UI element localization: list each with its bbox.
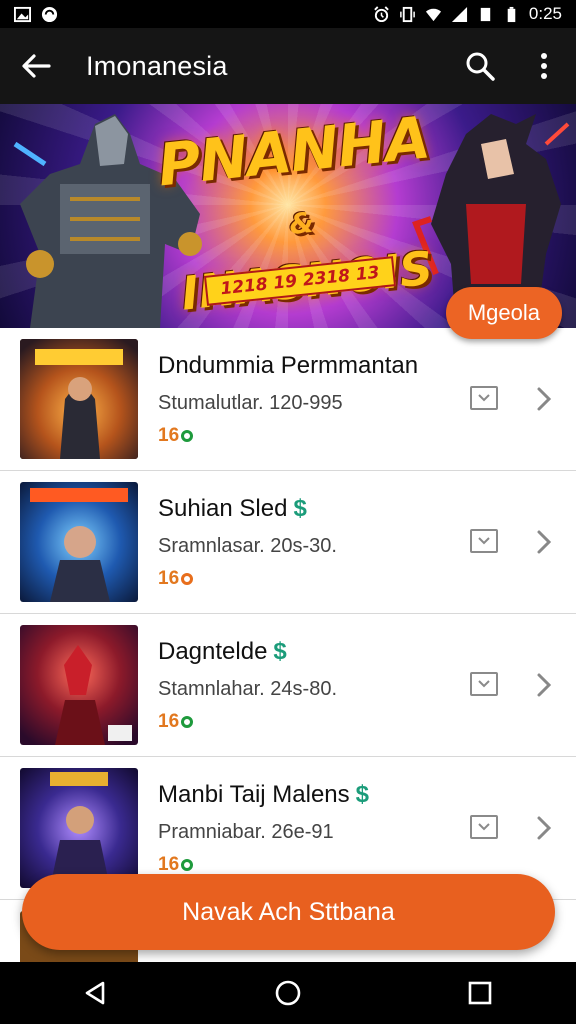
status-dot-icon [181, 429, 194, 442]
system-nav-bar [0, 962, 576, 1024]
wifi-icon [425, 8, 441, 21]
primary-action-button[interactable]: Navak Ach Sttbana [22, 874, 555, 950]
banner-chip-button[interactable]: Mgeola [445, 287, 562, 339]
status-dot-icon [181, 715, 194, 728]
download-button[interactable] [470, 529, 498, 553]
game-thumbnail [20, 625, 138, 745]
download-chevron-icon [478, 537, 490, 545]
signal-icon [451, 6, 467, 22]
app-bar: Imonanesia [0, 28, 576, 104]
download-chevron-icon [478, 394, 490, 402]
list-item[interactable]: Suhian Sled $ Sramnlasar. 20s-30. 16 [0, 471, 576, 614]
nav-back-button[interactable] [56, 962, 136, 1024]
nav-back-icon [85, 981, 105, 1005]
item-subtitle: Pramniabar. 26e-91 [158, 820, 334, 843]
download-chevron-icon [478, 680, 490, 688]
banner-title-amp: & [287, 205, 315, 242]
item-title: Manbi Taij Malens $ [158, 780, 370, 808]
game-thumbnail [20, 482, 138, 602]
item-count: 16 [158, 425, 576, 447]
sim-icon [480, 7, 491, 21]
item-title: Suhian Sled $ [158, 494, 307, 522]
status-bar: 0:25 [0, 0, 576, 28]
dollar-badge: $ [355, 780, 370, 808]
status-dot-icon [181, 572, 194, 585]
nav-home-button[interactable] [248, 962, 328, 1024]
download-button[interactable] [470, 672, 498, 696]
item-title: Dndummia Permmantan [158, 351, 419, 379]
dollar-badge: $ [273, 637, 287, 665]
game-thumbnail [20, 768, 138, 888]
download-button[interactable] [470, 386, 498, 410]
game-thumbnail [20, 339, 138, 459]
item-count: 16 [158, 568, 576, 590]
battery-icon [507, 6, 516, 22]
back-button[interactable] [0, 28, 72, 104]
download-button[interactable] [470, 815, 498, 839]
item-count: 16 [158, 711, 576, 733]
item-subtitle: Sramnlasar. 20s-30. [158, 534, 337, 557]
item-subtitle: Stamnlahar. 24s-80. [158, 677, 337, 700]
alarm-icon [374, 5, 389, 22]
chevron-right-icon[interactable] [530, 814, 558, 842]
overflow-menu-icon [541, 53, 547, 79]
list-item[interactable]: Dagntelde $ Stamnlahar. 24s-80. 16 [0, 614, 576, 757]
nav-home-icon [275, 980, 301, 1006]
chevron-right-icon[interactable] [530, 671, 558, 699]
search-button[interactable] [448, 28, 512, 104]
list-item[interactable]: Dndummia Permmantan Stumalutlar. 120-995… [0, 328, 576, 471]
gallery-icon [14, 6, 31, 22]
item-count: 16 [158, 854, 576, 876]
nav-recents-icon [468, 981, 492, 1005]
item-subtitle: Stumalutlar. 120-995 [158, 391, 343, 414]
dollar-badge: $ [293, 494, 307, 522]
chevron-right-icon[interactable] [530, 385, 558, 413]
nav-recents-button[interactable] [440, 962, 520, 1024]
vibrate-icon [400, 6, 415, 22]
search-icon [466, 52, 495, 81]
app-icon [41, 6, 58, 22]
download-chevron-icon [478, 823, 490, 831]
item-title: Dagntelde $ [158, 637, 287, 665]
status-dot-icon [181, 858, 194, 871]
back-arrow-icon [22, 54, 51, 78]
status-time: 0:25 [528, 4, 562, 23]
page-title: Imonanesia [86, 50, 228, 81]
chevron-right-icon[interactable] [530, 528, 558, 556]
overflow-menu-button[interactable] [512, 28, 576, 104]
